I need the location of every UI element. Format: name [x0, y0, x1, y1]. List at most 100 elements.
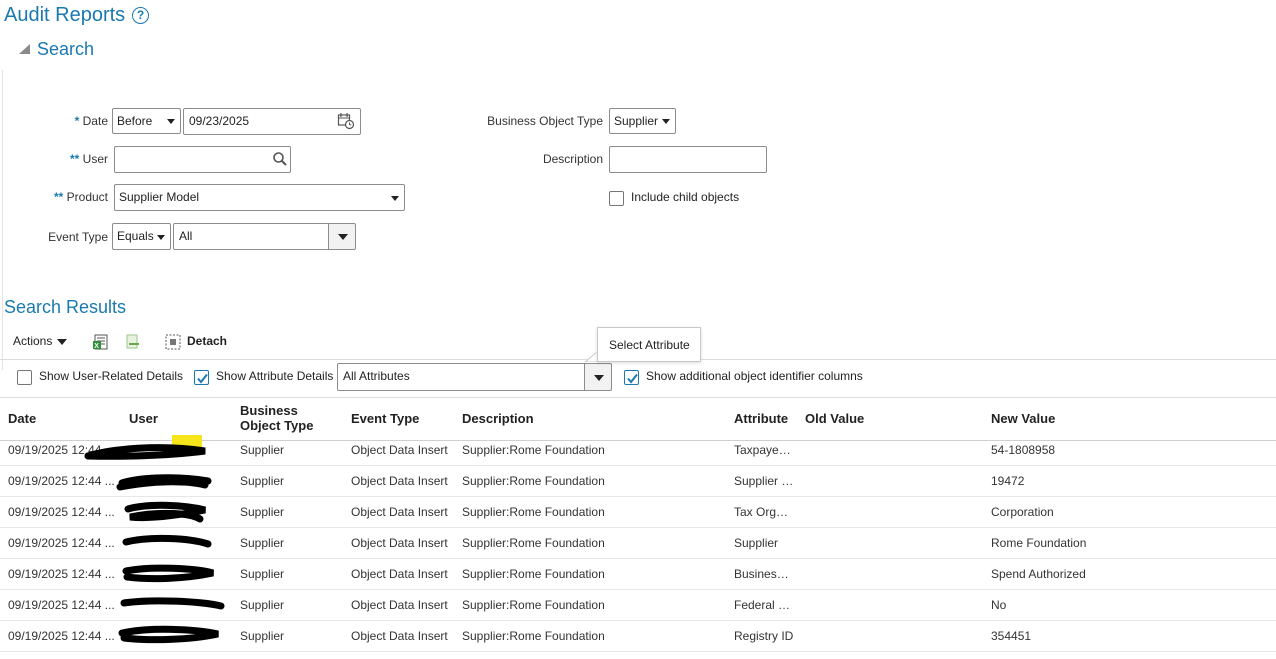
table-row[interactable]: 09/19/2025 12:44 ... Supplier Object Data … [0, 528, 1276, 559]
cell-description: Supplier:Rome Foundation [462, 629, 605, 643]
event-type-dropdown-button[interactable] [328, 223, 356, 250]
cell-description: Supplier:Rome Foundation [462, 505, 605, 519]
product-select[interactable]: Supplier Model [114, 184, 405, 211]
column-header-business-object-type[interactable]: Business Object Type [240, 403, 313, 433]
cell-new-value: 54-1808958 [991, 443, 1056, 457]
column-header-old-value[interactable]: Old Value [805, 411, 864, 426]
svg-text:X: X [94, 343, 99, 350]
event-type-label: Event Type [48, 230, 108, 244]
product-label: ** Product [30, 189, 108, 205]
cell-description: Supplier:Rome Foundation [462, 536, 605, 550]
redacted-user [124, 501, 206, 523]
cell-attribute: Supplier [734, 536, 779, 550]
chevron-down-icon[interactable] [57, 339, 67, 345]
redacted-user [122, 534, 212, 548]
cell-description: Supplier:Rome Foundation [462, 567, 605, 581]
cell-event-type: Object Data Insert [351, 629, 448, 643]
event-type-input[interactable]: All [173, 223, 330, 250]
cell-business-object-type: Supplier [240, 443, 285, 457]
chevron-down-icon [662, 119, 670, 124]
cell-business-object-type: Supplier [240, 567, 285, 581]
calendar-icon[interactable] [337, 112, 355, 130]
redacted-user [84, 435, 206, 460]
collapse-icon[interactable] [19, 44, 30, 54]
freeze-icon[interactable] [126, 334, 140, 350]
redacted-user [118, 625, 219, 644]
date-operator-value: Before [117, 114, 153, 128]
cell-business-object-type: Supplier [240, 505, 285, 519]
column-header-attribute[interactable]: Attribute [734, 411, 788, 426]
column-header-line: Business [240, 403, 298, 418]
cell-business-object-type: Supplier [240, 598, 285, 612]
cell-new-value: Corporation [991, 505, 1054, 519]
table-row[interactable]: 09/19/2025 12:44 ... Supplier Object Data … [0, 559, 1276, 590]
table-row[interactable]: 09/19/2025 12:44 ... Supplier Object Data … [0, 621, 1276, 652]
checkmark-icon [627, 373, 638, 384]
event-type-value: All [179, 229, 193, 243]
page-title: Audit Reports [4, 4, 126, 26]
actions-label: Actions [13, 334, 53, 348]
detach-button[interactable]: Detach [187, 334, 227, 348]
cell-event-type: Object Data Insert [351, 505, 448, 519]
cell-new-value: Rome Foundation [991, 536, 1087, 550]
redacted-user [120, 597, 225, 610]
search-icon[interactable] [272, 151, 288, 167]
column-header-date[interactable]: Date [8, 411, 36, 426]
business-object-type-label: Business Object Type [487, 114, 603, 128]
chevron-down-icon [594, 375, 604, 381]
cell-event-type: Object Data Insert [351, 443, 448, 457]
checkmark-icon [197, 373, 208, 384]
chevron-down-icon [391, 196, 399, 201]
product-label-text: Product [66, 190, 108, 204]
chevron-down-icon [167, 119, 175, 124]
actions-menu[interactable]: Actions [13, 334, 52, 348]
table-row[interactable]: 09/19/2025 12:44 Supplier Object Data Inse… [0, 435, 1276, 466]
export-icon[interactable]: X [92, 333, 110, 351]
attribute-filter-value: All Attributes [343, 369, 410, 383]
divider [0, 397, 1276, 398]
cell-event-type: Object Data Insert [351, 536, 448, 550]
show-attribute-details-label: Show Attribute Details [216, 369, 334, 383]
column-header-user[interactable]: User [129, 411, 158, 426]
date-value: 09/23/2025 [189, 114, 250, 128]
cell-event-type: Object Data Insert [351, 474, 448, 488]
business-object-type-select[interactable]: Supplier [609, 108, 676, 134]
column-header-new-value[interactable]: New Value [991, 411, 1055, 426]
tooltip-pointer [585, 352, 597, 362]
show-additional-identifiers-checkbox[interactable] [624, 370, 639, 385]
help-icon[interactable]: ? [132, 7, 149, 24]
business-object-type-value: Supplier [614, 114, 659, 128]
redacted-user [116, 474, 212, 491]
cell-new-value: 354451 [991, 629, 1032, 643]
column-header-description[interactable]: Description [462, 411, 534, 426]
attribute-filter-input[interactable]: All Attributes [337, 363, 587, 391]
date-label: * Date [60, 113, 108, 129]
left-border [2, 70, 3, 370]
product-value: Supplier Model [119, 190, 200, 204]
cell-new-value: Spend Authorized [991, 567, 1086, 581]
cell-new-value: 19472 [991, 474, 1025, 488]
event-type-operator-select[interactable]: Equals [112, 223, 171, 250]
attribute-filter-dropdown-button[interactable] [584, 363, 612, 391]
include-child-objects-checkbox[interactable] [609, 191, 624, 206]
column-header-event-type[interactable]: Event Type [351, 411, 419, 426]
detach-icon[interactable] [164, 333, 182, 351]
search-section-title[interactable]: Search [37, 39, 94, 60]
table-row[interactable]: 09/19/2025 12:44 ... Supplier Object Data … [0, 466, 1276, 497]
show-additional-identifiers-label: Show additional object identifier column… [646, 369, 863, 383]
user-input[interactable] [114, 146, 291, 173]
description-input[interactable] [609, 146, 767, 173]
cell-business-object-type: Supplier [240, 536, 285, 550]
table-row[interactable]: 09/19/2025 12:44 ... Supplier Object Data … [0, 590, 1276, 621]
cell-attribute: Taxpaye… [734, 443, 791, 457]
cell-attribute: Tax Org… [734, 505, 789, 519]
date-operator-select[interactable]: Before [112, 108, 181, 134]
show-attribute-details-checkbox[interactable] [194, 370, 209, 385]
table-row[interactable]: 09/19/2025 12:44 ... Supplier Object Data … [0, 497, 1276, 528]
required-marker: ** [53, 190, 64, 204]
date-input[interactable]: 09/23/2025 [183, 108, 361, 135]
show-user-related-checkbox[interactable] [17, 370, 32, 385]
cell-business-object-type: Supplier [240, 629, 285, 643]
user-label-text: User [82, 152, 108, 166]
chevron-down-icon [338, 234, 348, 240]
